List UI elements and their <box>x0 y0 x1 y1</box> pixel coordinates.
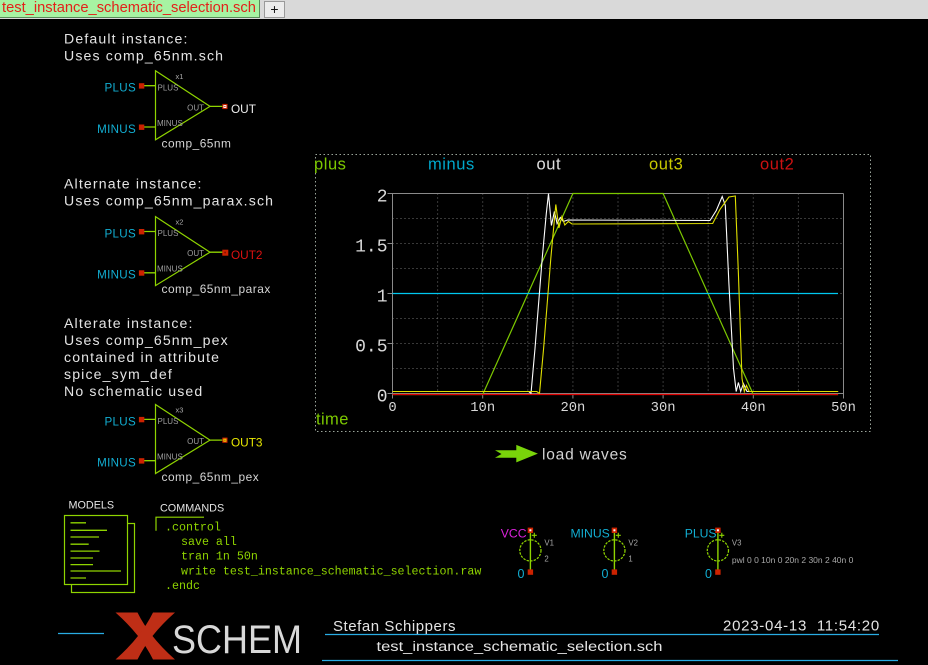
svg-text:MINUS: MINUS <box>157 453 183 462</box>
svg-text:MINUS: MINUS <box>97 123 136 136</box>
svg-text:Stefan Schippers: Stefan Schippers <box>333 618 456 635</box>
svg-text:Uses comp_65nm_pex: Uses comp_65nm_pex <box>64 332 229 348</box>
svg-text:.endc: .endc <box>165 580 200 593</box>
svg-text:40n: 40n <box>741 401 766 416</box>
svg-text:write test_instance_schematic_: write test_instance_schematic_selection.… <box>181 566 481 579</box>
svg-text:MINUS: MINUS <box>157 265 183 274</box>
svg-text:PLUS: PLUS <box>105 415 137 428</box>
svg-text:minus: minus <box>428 156 475 174</box>
svg-text:Alterate instance:: Alterate instance: <box>64 315 194 331</box>
svg-text:contained in attribute: contained in attribute <box>64 349 220 365</box>
svg-text:2: 2 <box>544 555 548 564</box>
svg-text:10n: 10n <box>470 401 495 416</box>
svg-text:tran 1n 50n: tran 1n 50n <box>181 551 258 564</box>
svg-text:VCC: VCC <box>501 526 527 540</box>
svg-text:Default instance:: Default instance: <box>64 31 189 47</box>
svg-text:x1: x1 <box>176 72 184 81</box>
svg-text:Uses comp_65nm_parax.sch: Uses comp_65nm_parax.sch <box>64 193 274 209</box>
svg-text:0: 0 <box>377 388 388 408</box>
svg-text:x3: x3 <box>176 406 184 415</box>
svg-text:Uses comp_65nm.sch: Uses comp_65nm.sch <box>64 48 224 64</box>
svg-text:MINUS: MINUS <box>571 526 610 540</box>
svg-text:COMMANDS: COMMANDS <box>160 503 224 515</box>
svg-text:0: 0 <box>388 401 396 416</box>
svg-text:OUT: OUT <box>187 437 204 446</box>
svg-text:comp_65nm_pex: comp_65nm_pex <box>162 470 260 484</box>
svg-text:out: out <box>537 156 562 174</box>
svg-text:20n: 20n <box>560 401 585 416</box>
svg-text:0: 0 <box>517 567 524 581</box>
svg-text:No schematic used: No schematic used <box>64 383 203 399</box>
svg-text:V1: V1 <box>544 539 554 548</box>
svg-text:spice_sym_def: spice_sym_def <box>64 366 173 382</box>
svg-text:0: 0 <box>601 567 608 581</box>
svg-text:1: 1 <box>628 555 632 564</box>
svg-text:PLUS: PLUS <box>158 229 179 238</box>
svg-text:MINUS: MINUS <box>97 457 136 470</box>
svg-text:OUT: OUT <box>231 102 256 116</box>
svg-text:50n: 50n <box>831 401 856 416</box>
svg-text:0.5: 0.5 <box>355 338 387 358</box>
svg-text:out3: out3 <box>649 156 683 174</box>
svg-text:time: time <box>316 411 349 429</box>
svg-text:MINUS: MINUS <box>157 119 183 128</box>
svg-text:comp_65nm: comp_65nm <box>162 136 232 150</box>
svg-text:OUT2: OUT2 <box>231 248 262 262</box>
svg-text:30n: 30n <box>651 401 676 416</box>
svg-text:x2: x2 <box>176 218 184 227</box>
svg-text:out2: out2 <box>760 156 794 174</box>
svg-text:save all: save all <box>181 536 237 549</box>
svg-text:plus: plus <box>314 156 346 174</box>
svg-text:MODELS: MODELS <box>69 500 115 512</box>
svg-text:comp_65nm_parax: comp_65nm_parax <box>162 282 271 296</box>
svg-text:.control: .control <box>165 522 221 535</box>
svg-text:0: 0 <box>705 567 712 581</box>
svg-text:PLUS: PLUS <box>105 227 137 240</box>
svg-text:pwl 0 0 10n 0 20n 2 30n 2 40n: pwl 0 0 10n 0 20n 2 30n 2 40n 0 <box>732 555 854 565</box>
svg-text:Alternate instance:: Alternate instance: <box>64 176 203 192</box>
svg-text:V2: V2 <box>628 539 638 548</box>
svg-text:PLUS: PLUS <box>685 526 717 540</box>
svg-text:PLUS: PLUS <box>105 82 137 95</box>
svg-text:test_instance_schematic_select: test_instance_schematic_selection.sch <box>377 639 663 654</box>
svg-text:MINUS: MINUS <box>97 269 136 282</box>
svg-text:OUT: OUT <box>187 103 204 112</box>
svg-text:load waves: load waves <box>542 447 628 464</box>
svg-text:2: 2 <box>377 188 388 208</box>
svg-text:1.5: 1.5 <box>355 238 387 258</box>
svg-text:2023-04-13 11:54:20: 2023-04-13 11:54:20 <box>723 618 880 635</box>
svg-text:V3: V3 <box>732 539 742 548</box>
svg-text:OUT: OUT <box>187 249 204 258</box>
svg-text:PLUS: PLUS <box>158 83 179 92</box>
svg-text:OUT3: OUT3 <box>231 436 263 450</box>
svg-text:SCHEM: SCHEM <box>172 618 302 662</box>
svg-text:PLUS: PLUS <box>158 417 179 426</box>
svg-text:1: 1 <box>377 288 388 308</box>
